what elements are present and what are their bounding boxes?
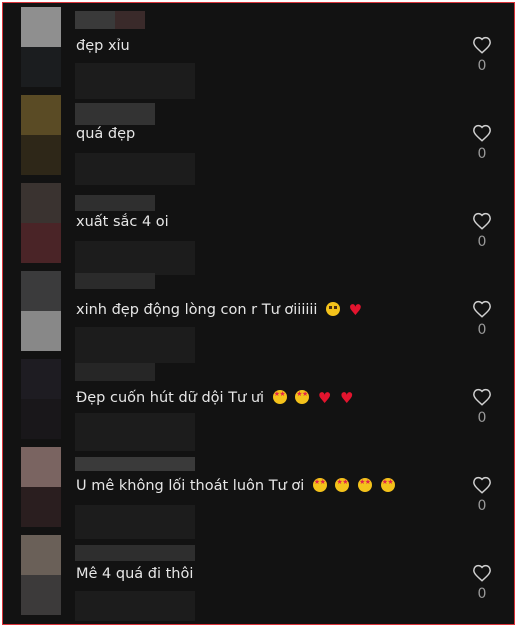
avatar[interactable] bbox=[21, 183, 61, 263]
avatar-top bbox=[21, 271, 61, 311]
like-count: 0 bbox=[477, 410, 487, 426]
avatar[interactable] bbox=[21, 359, 61, 439]
pleading-face-icon bbox=[326, 302, 341, 316]
comment-item: Mê 4 quá đi thôi 0 bbox=[3, 531, 514, 621]
meta-redacted bbox=[75, 591, 195, 621]
star-struck-icon bbox=[335, 478, 350, 492]
heart-outline-icon bbox=[473, 212, 491, 230]
heart-outline-icon bbox=[473, 476, 491, 494]
avatar-bottom bbox=[21, 399, 61, 439]
comment-text: Đẹp cuốn hút dữ dội Tư ưi ♥ ♥ bbox=[76, 389, 353, 407]
like-button[interactable]: 0 bbox=[470, 124, 494, 162]
avatar-bottom bbox=[21, 223, 61, 263]
like-button[interactable]: 0 bbox=[470, 388, 494, 426]
comment-item: xinh đẹp động lòng con r Tư ơiiiiii ♥ 0 bbox=[3, 267, 514, 363]
like-button[interactable]: 0 bbox=[470, 36, 494, 74]
avatar-bottom bbox=[21, 47, 61, 87]
avatar[interactable] bbox=[21, 7, 61, 87]
like-count: 0 bbox=[477, 146, 487, 162]
like-button[interactable]: 0 bbox=[470, 212, 494, 250]
avatar-bottom bbox=[21, 311, 61, 351]
avatar[interactable] bbox=[21, 95, 61, 175]
like-button[interactable]: 0 bbox=[470, 564, 494, 602]
heart-outline-icon bbox=[473, 300, 491, 318]
like-button[interactable]: 0 bbox=[470, 476, 494, 514]
heart-outline-icon bbox=[473, 36, 491, 54]
like-count: 0 bbox=[477, 58, 487, 74]
avatar-top bbox=[21, 447, 61, 487]
like-count: 0 bbox=[477, 234, 487, 250]
comment-text: Mê 4 quá đi thôi bbox=[76, 566, 194, 582]
star-struck-icon bbox=[295, 390, 310, 404]
avatar-top bbox=[21, 95, 61, 135]
like-count: 0 bbox=[477, 322, 487, 338]
avatar-bottom bbox=[21, 575, 61, 615]
heart-outline-icon bbox=[473, 124, 491, 142]
comment-text: đẹp xỉu bbox=[76, 38, 130, 54]
comment-item: đẹp xỉu 0 bbox=[3, 3, 514, 99]
star-struck-icon bbox=[358, 478, 373, 492]
comment-text: xinh đẹp động lòng con r Tư ơiiiiii ♥ bbox=[76, 301, 363, 319]
star-struck-icon bbox=[272, 390, 287, 404]
avatar-bottom bbox=[21, 135, 61, 175]
comment-item: xuất sắc 4 oi 0 bbox=[3, 179, 514, 275]
like-count: 0 bbox=[477, 586, 487, 602]
heart-outline-icon bbox=[473, 564, 491, 582]
red-heart-icon: ♥ bbox=[348, 301, 363, 319]
avatar-bottom bbox=[21, 487, 61, 527]
star-struck-icon bbox=[312, 478, 327, 492]
heart-outline-icon bbox=[473, 388, 491, 406]
like-button[interactable]: 0 bbox=[470, 300, 494, 338]
avatar-top bbox=[21, 7, 61, 47]
like-count: 0 bbox=[477, 498, 487, 514]
comment-item: U mê không lối thoát luôn Tư ơi 0 bbox=[3, 443, 514, 539]
avatar-top bbox=[21, 535, 61, 575]
comment-item: Đẹp cuốn hút dữ dội Tư ưi ♥ ♥ 0 bbox=[3, 355, 514, 451]
red-heart-icon: ♥ bbox=[339, 389, 354, 407]
comment-list: đẹp xỉu 0 quá đẹp 0 xuất sắc 4 oi 0 xinh… bbox=[2, 2, 515, 625]
comment-item: quá đẹp 0 bbox=[3, 91, 514, 185]
star-struck-icon bbox=[380, 478, 395, 492]
comment-text: U mê không lối thoát luôn Tư ơi bbox=[76, 477, 395, 495]
avatar-top bbox=[21, 183, 61, 223]
comment-text: xuất sắc 4 oi bbox=[76, 214, 169, 230]
red-heart-icon: ♥ bbox=[317, 389, 332, 407]
avatar-top bbox=[21, 359, 61, 399]
avatar[interactable] bbox=[21, 535, 61, 615]
avatar[interactable] bbox=[21, 271, 61, 351]
avatar[interactable] bbox=[21, 447, 61, 527]
comment-text: quá đẹp bbox=[76, 126, 136, 142]
